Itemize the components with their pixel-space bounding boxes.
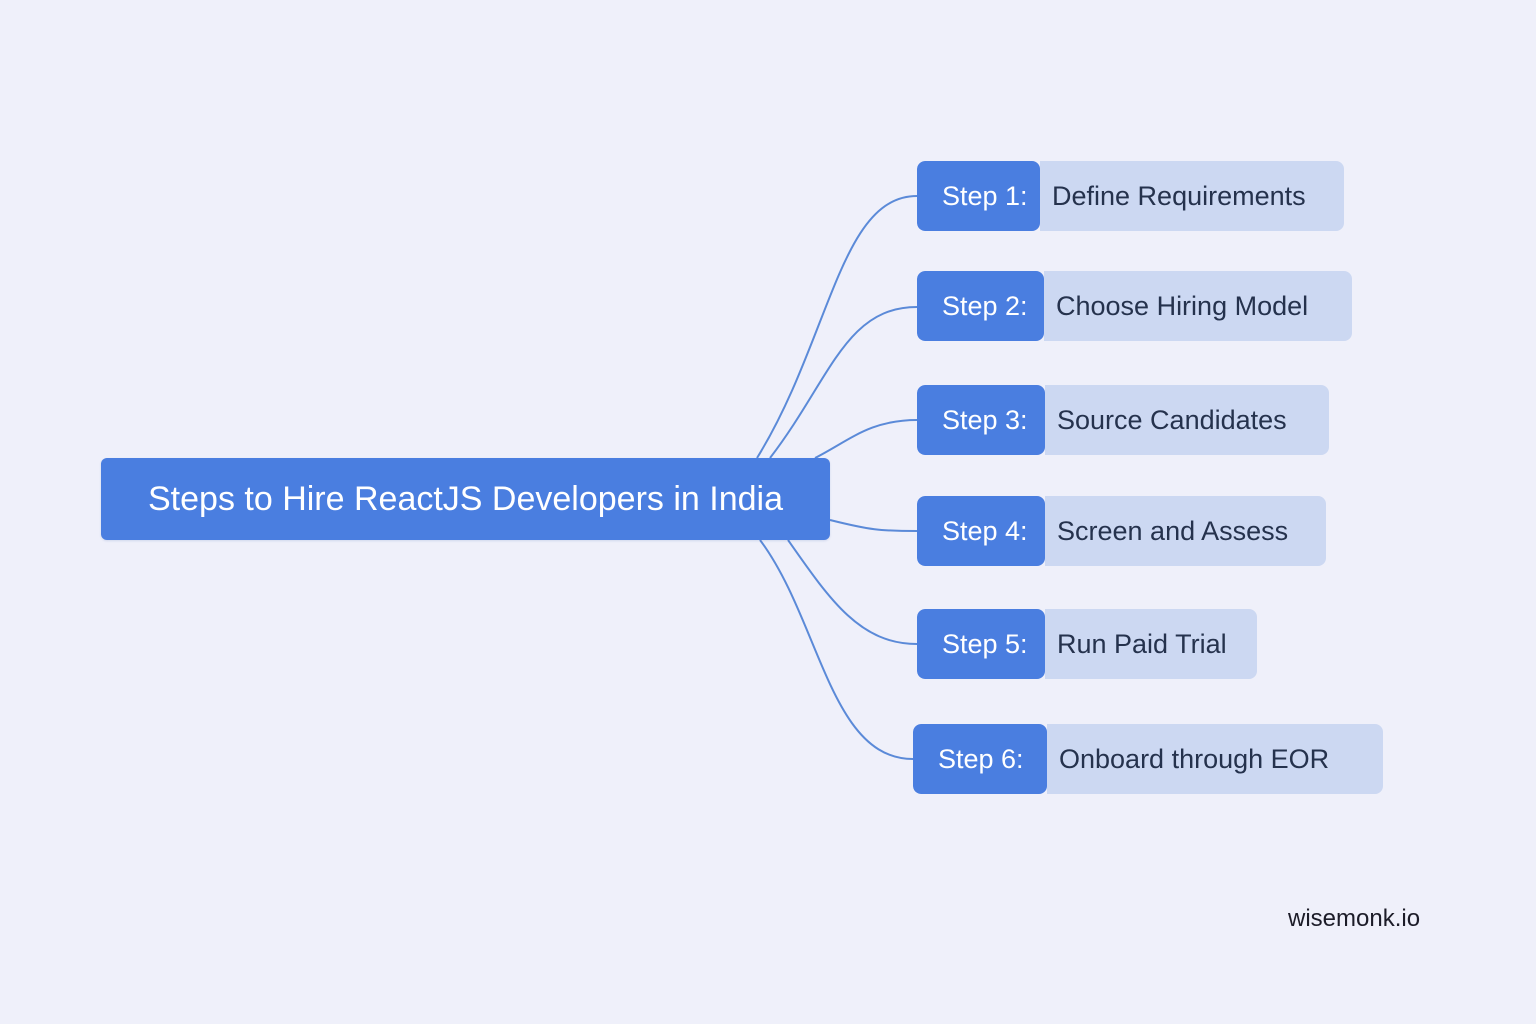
step-number: Step 1: xyxy=(917,161,1040,231)
step-number: Step 6: xyxy=(913,724,1047,794)
step-label: Onboard through EOR xyxy=(1047,724,1383,794)
connector-step-1 xyxy=(756,195,918,459)
step-node-1: Step 1: Define Requirements xyxy=(917,161,1344,231)
connector-step-2 xyxy=(769,306,918,459)
step-label: Choose Hiring Model xyxy=(1044,271,1352,341)
connector-step-5 xyxy=(787,539,918,645)
step-label: Run Paid Trial xyxy=(1045,609,1257,679)
step-label: Define Requirements xyxy=(1040,161,1344,231)
connector-step-4 xyxy=(829,519,918,532)
step-node-6: Step 6: Onboard through EOR xyxy=(913,724,1383,794)
step-label: Screen and Assess xyxy=(1045,496,1326,566)
brand-watermark: wisemonk.io xyxy=(1288,905,1421,932)
step-node-5: Step 5: Run Paid Trial xyxy=(917,609,1257,679)
step-node-4: Step 4: Screen and Assess xyxy=(917,496,1326,566)
connector-step-3 xyxy=(814,419,918,459)
connector-step-6 xyxy=(759,539,914,760)
step-number: Step 4: xyxy=(917,496,1045,566)
step-node-3: Step 3: Source Candidates xyxy=(917,385,1329,455)
step-number: Step 2: xyxy=(917,271,1044,341)
root-node: Steps to Hire ReactJS Developers in Indi… xyxy=(101,458,830,540)
step-number: Step 3: xyxy=(917,385,1045,455)
step-number: Step 5: xyxy=(917,609,1045,679)
step-node-2: Step 2: Choose Hiring Model xyxy=(917,271,1352,341)
step-label: Source Candidates xyxy=(1045,385,1329,455)
